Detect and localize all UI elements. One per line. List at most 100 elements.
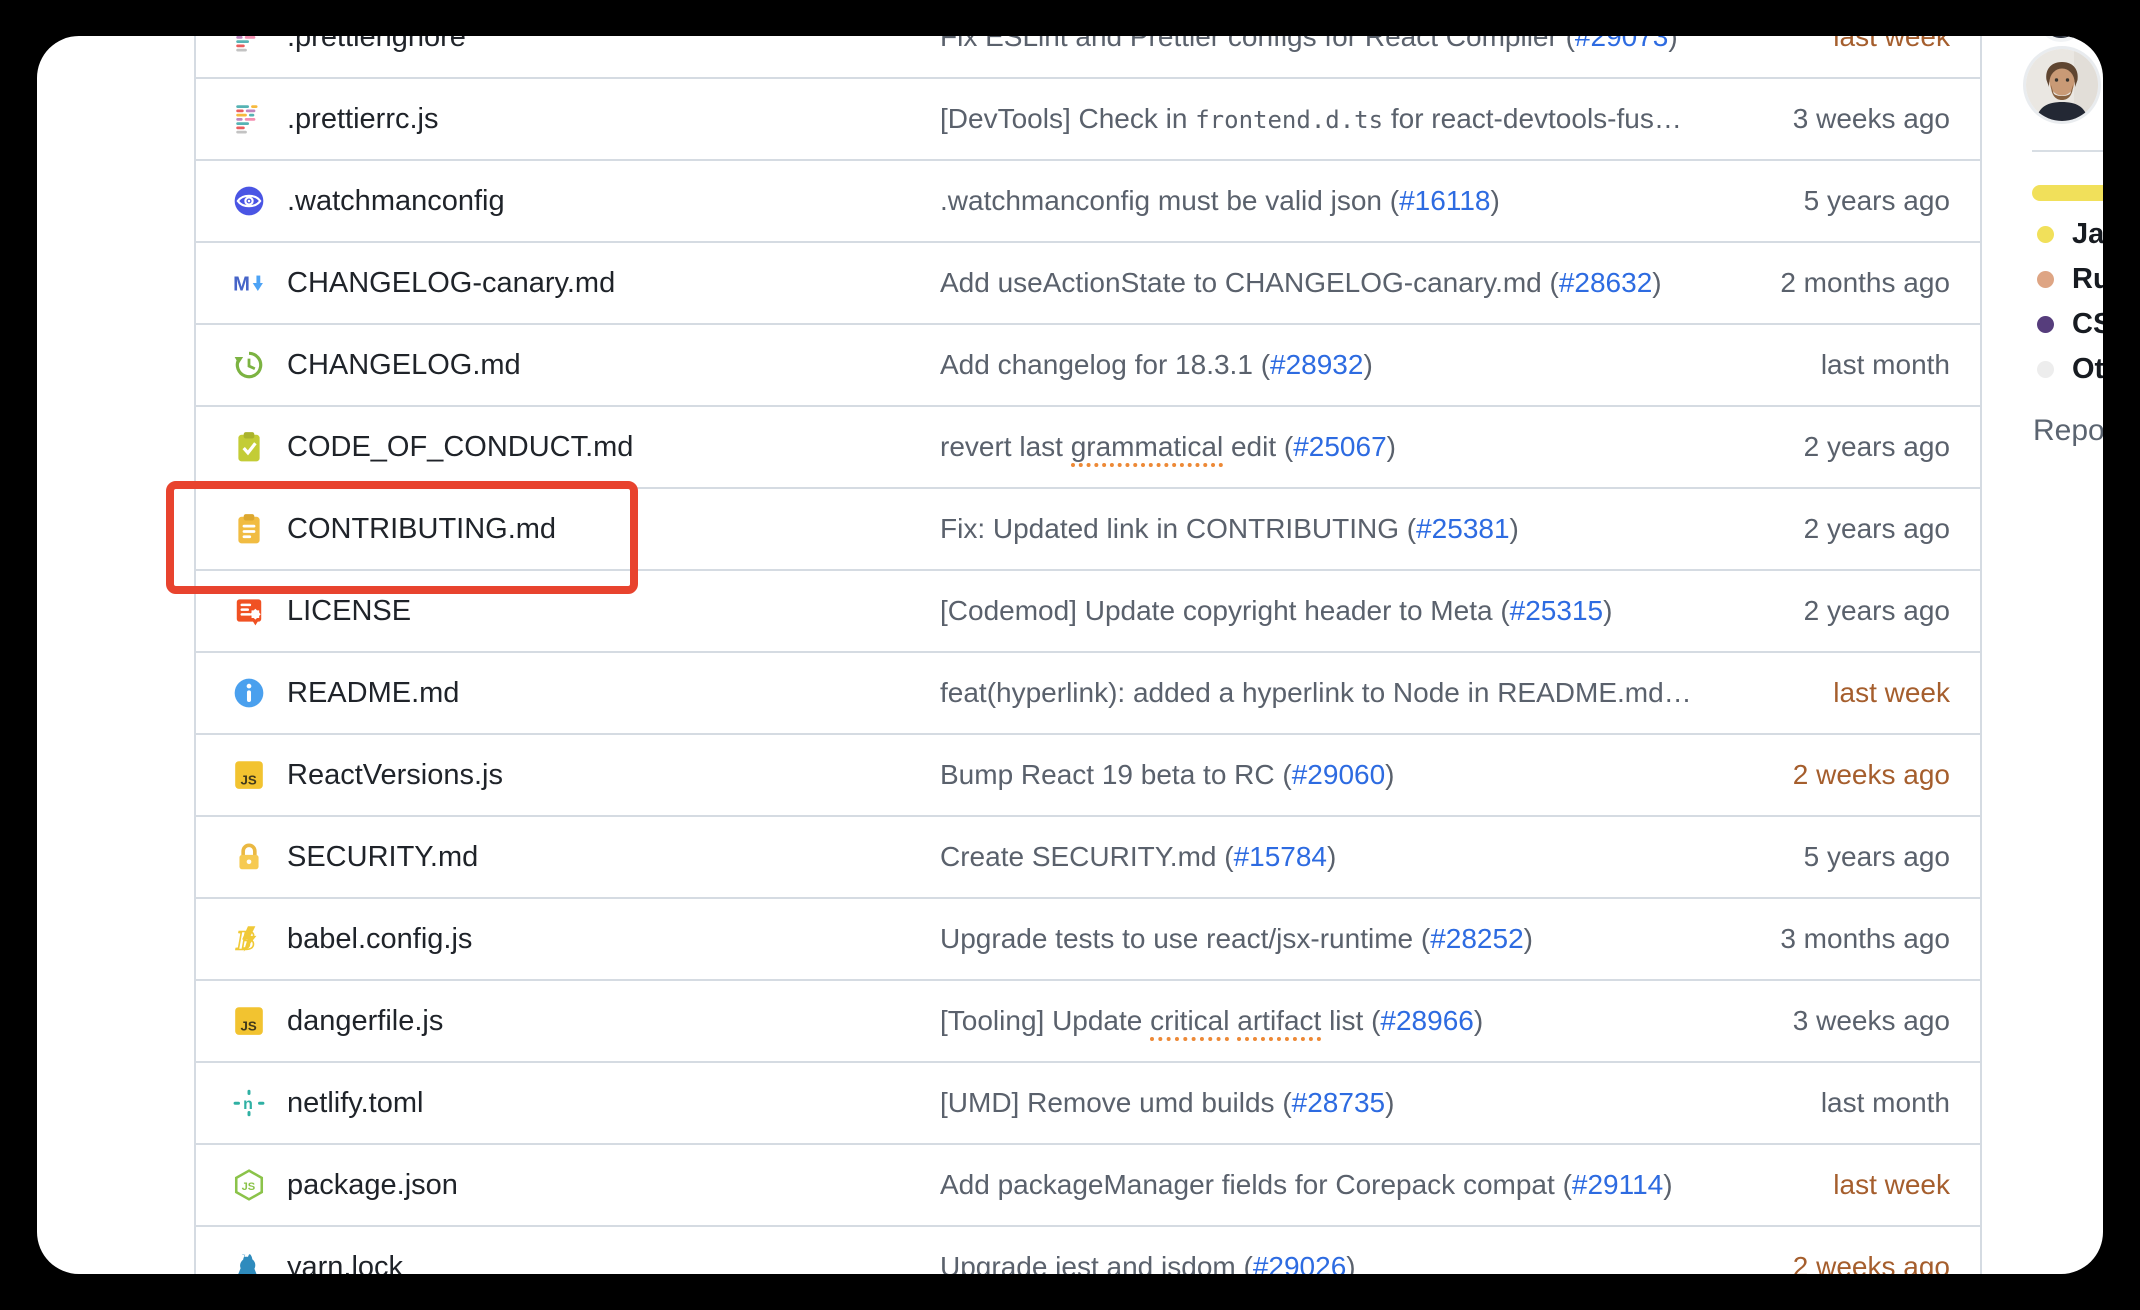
pr-link[interactable]: #28252 (1430, 923, 1523, 954)
file-name-link[interactable]: netlify.toml (287, 1087, 423, 1120)
file-name-link[interactable]: package.json (287, 1169, 458, 1202)
commit-time: 3 months ago (1780, 923, 1950, 955)
clipped-avatar[interactable] (2038, 36, 2084, 42)
file-name-link[interactable]: ReactVersions.js (287, 759, 503, 792)
language-label: Ot (2072, 353, 2103, 386)
file-row[interactable]: README.md feat(hyperlink): added a hyper… (196, 653, 1980, 735)
file-row[interactable]: SECURITY.md Create SECURITY.md (#15784) … (196, 817, 1980, 899)
pr-link[interactable]: #15784 (1234, 841, 1327, 872)
commit-message-link[interactable]: Upgrade tests to use react/jsx-runtime ( (940, 923, 1430, 954)
commit-message-link[interactable]: ) (1524, 923, 1533, 954)
report-repository-link[interactable]: Report repositor (2033, 414, 2103, 448)
file-row[interactable]: CODE_OF_CONDUCT.md revert last grammatic… (196, 407, 1980, 489)
file-name-link[interactable]: SECURITY.md (287, 841, 478, 874)
language-dot (2037, 361, 2054, 378)
file-row[interactable]: JS package.json Add packageManager field… (196, 1145, 1980, 1227)
file-name-link[interactable]: .prettierrc.js (287, 103, 438, 136)
commit-message-link[interactable]: ) (1490, 185, 1499, 216)
file-row[interactable]: n netlify.toml [UMD] Remove umd builds (… (196, 1063, 1980, 1145)
file-name-link[interactable]: babel.config.js (287, 923, 472, 956)
commit-message-link[interactable]: Add packageManager fields for Corepack c… (940, 1169, 1572, 1200)
pr-link[interactable]: #29114 (1572, 1169, 1663, 1200)
pr-link[interactable]: #28966 (1380, 1005, 1473, 1036)
file-name-link[interactable]: CHANGELOG.md (287, 349, 521, 382)
readme-info-icon (232, 676, 266, 710)
pr-link[interactable]: #28735 (1292, 1087, 1385, 1118)
commit-message-link[interactable]: ) (1387, 431, 1396, 462)
commit-message-link[interactable]: ) (1385, 759, 1394, 790)
commit-message-link[interactable]: ) (1663, 1169, 1672, 1200)
file-name-link[interactable]: .watchmanconfig (287, 185, 505, 218)
commit-message-link[interactable]: Add useActionState to CHANGELOG-canary.m… (940, 267, 1559, 298)
language-label: Ja (2072, 218, 2103, 251)
commit-message-link[interactable]: Bump React 19 beta to RC ( (940, 759, 1292, 790)
commit-message-link[interactable]: ) (1668, 36, 1677, 52)
file-row[interactable]: .prettierrc.js [DevTools] Check in front… (196, 79, 1980, 161)
commit-time: last week (1833, 36, 1950, 53)
file-name-link[interactable]: CHANGELOG-canary.md (287, 267, 615, 300)
commit-message-link[interactable]: ) (1510, 513, 1519, 544)
commit-message: [Codemod] Update copyright header to Met… (940, 595, 1612, 627)
commit-message-link[interactable]: list ( (1321, 1005, 1380, 1036)
file-name-link[interactable]: README.md (287, 677, 459, 710)
language-legend-item[interactable]: Ja (2037, 219, 2103, 249)
user-avatar[interactable] (2026, 49, 2098, 121)
file-row[interactable]: JS ReactVersions.js Bump React 19 beta t… (196, 735, 1980, 817)
conduct-clipboard-check-icon (232, 430, 266, 464)
file-name-link[interactable]: CODE_OF_CONDUCT.md (287, 431, 633, 464)
spellcheck-underlined-word[interactable]: critical (1150, 1005, 1229, 1041)
pr-link[interactable]: #29060 (1292, 759, 1385, 790)
commit-message-link[interactable]: ) (1327, 841, 1336, 872)
file-name-link[interactable]: LICENSE (287, 595, 411, 628)
commit-message-link[interactable]: ) (1363, 349, 1372, 380)
commit-message-link[interactable]: ) (1474, 1005, 1483, 1036)
commit-message-link[interactable]: Fix ESLint and Prettier configs for Reac… (940, 36, 1575, 52)
commit-message-link[interactable]: Add changelog for 18.3.1 ( (940, 349, 1270, 380)
language-bar[interactable] (2032, 185, 2103, 201)
file-row[interactable]: B babel.config.js Upgrade tests to use r… (196, 899, 1980, 981)
file-row[interactable]: yarn.lock Upgrade jest and jsdom (#29026… (196, 1227, 1980, 1274)
commit-message-link[interactable]: Create SECURITY.md ( (940, 841, 1234, 872)
spellcheck-underlined-word[interactable]: grammatical (1071, 431, 1223, 467)
commit-message-link[interactable]: ) (1603, 595, 1612, 626)
commit-time: last week (1833, 677, 1950, 709)
commit-message-link[interactable]: feat(hyperlink): added a hyperlink to No… (940, 677, 1692, 708)
commit-time: 2 years ago (1804, 431, 1950, 463)
commit-message-link[interactable]: [DevTools] Check in (940, 103, 1195, 134)
pr-link[interactable]: #28932 (1270, 349, 1363, 380)
commit-message: [DevTools] Check in frontend.d.ts for re… (940, 103, 1682, 135)
commit-message-link[interactable]: ) (1346, 1251, 1355, 1274)
file-name-link[interactable]: dangerfile.js (287, 1005, 443, 1038)
pr-link[interactable]: #25381 (1416, 513, 1509, 544)
pr-link[interactable]: #25315 (1510, 595, 1603, 626)
language-legend-item[interactable]: CS (2037, 309, 2103, 339)
commit-message-link[interactable]: edit ( (1223, 431, 1293, 462)
file-row[interactable]: M CHANGELOG-canary.md Add useActionState… (196, 243, 1980, 325)
file-name-link[interactable]: yarn.lock (287, 1251, 403, 1275)
file-row[interactable]: JS dangerfile.js [Tooling] Update critic… (196, 981, 1980, 1063)
commit-message-link[interactable]: ) (1385, 1087, 1394, 1118)
commit-message-link[interactable]: ) (1652, 267, 1661, 298)
language-legend-item[interactable]: Ot (2037, 354, 2103, 384)
commit-message-link[interactable]: for react-devtools-fus… (1383, 103, 1682, 134)
language-legend-item[interactable]: Ru (2037, 264, 2103, 294)
pr-link[interactable]: #29073 (1575, 36, 1668, 52)
commit-message-link[interactable]: .watchmanconfig must be valid json ( (940, 185, 1399, 216)
commit-message-link[interactable]: [Tooling] Update (940, 1005, 1150, 1036)
spellcheck-underlined-word[interactable]: artifact (1237, 1005, 1321, 1041)
commit-message-link[interactable]: Upgrade jest and jsdom ( (940, 1251, 1253, 1274)
file-row[interactable]: CHANGELOG.md Add changelog for 18.3.1 (#… (196, 325, 1980, 407)
code-span[interactable]: frontend.d.ts (1195, 106, 1383, 134)
commit-message-link[interactable]: [UMD] Remove umd builds ( (940, 1087, 1292, 1118)
pr-link[interactable]: #28632 (1559, 267, 1652, 298)
pr-link[interactable]: #29026 (1253, 1251, 1346, 1274)
pr-link[interactable]: #16118 (1399, 185, 1490, 216)
commit-message-link[interactable]: Fix: Updated link in CONTRIBUTING ( (940, 513, 1416, 544)
file-name-link[interactable]: .prettierignore (287, 36, 466, 54)
file-row[interactable]: .watchmanconfig .watchmanconfig must be … (196, 161, 1980, 243)
file-row[interactable]: .prettierignore Fix ESLint and Prettier … (196, 36, 1980, 79)
browser-window: .prettierignore Fix ESLint and Prettier … (37, 36, 2103, 1274)
pr-link[interactable]: #25067 (1293, 431, 1386, 462)
commit-message-link[interactable]: [Codemod] Update copyright header to Met… (940, 595, 1510, 626)
commit-message-link[interactable]: revert last (940, 431, 1071, 462)
